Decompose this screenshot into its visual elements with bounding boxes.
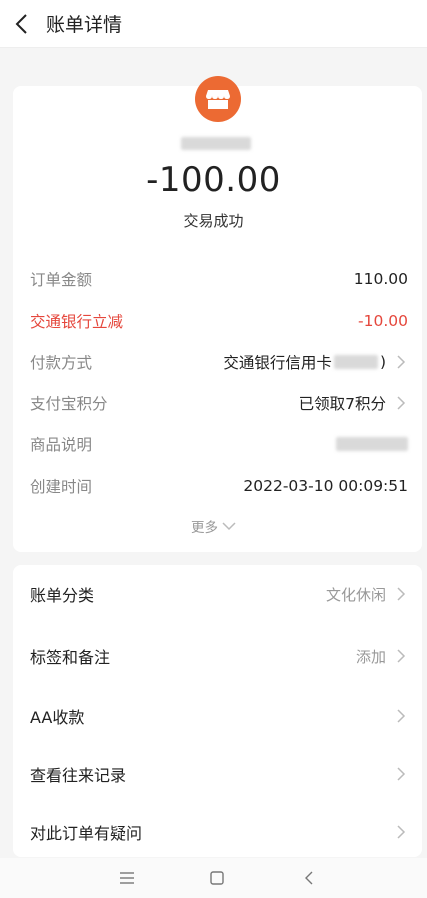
system-navigation-bar	[0, 858, 427, 898]
created-time-row: 创建时间 2022-03-10 00:09:51	[30, 474, 408, 498]
order-amount-row: 订单金额 110.00	[30, 267, 408, 291]
discount-row: 交通银行立减 -10.00	[30, 309, 408, 333]
aa-collect-label: AA收款	[30, 708, 85, 727]
product-description-row: 商品说明	[30, 432, 408, 456]
home-square-icon	[210, 871, 224, 885]
card-number-redacted	[333, 355, 378, 369]
back-button[interactable]	[0, 0, 44, 48]
bill-category-label: 账单分类	[30, 586, 95, 605]
points-row[interactable]: 支付宝积分 已领取7积分	[30, 391, 408, 415]
aa-collect-row[interactable]: AA收款	[30, 704, 408, 728]
product-description-redacted	[336, 437, 408, 451]
home-button[interactable]	[206, 868, 228, 888]
chevron-right-icon	[397, 649, 406, 663]
back-arrow-icon	[15, 13, 27, 34]
chevron-right-icon	[397, 709, 406, 723]
more-label: 更多	[191, 520, 218, 536]
tags-notes-label: 标签和备注	[30, 648, 111, 667]
menu-button[interactable]	[116, 868, 138, 888]
created-time-label: 创建时间	[30, 478, 93, 496]
transaction-history-label: 查看往来记录	[30, 766, 127, 785]
order-question-row[interactable]: 对此订单有疑问	[30, 820, 408, 844]
payment-method-suffix: )	[379, 353, 386, 371]
bill-category-row[interactable]: 账单分类 文化休闲	[30, 582, 408, 606]
payment-method-value: 交通银行信用卡	[223, 354, 332, 372]
created-time-value: 2022-03-10 00:09:51	[243, 477, 408, 495]
order-amount-label: 订单金额	[30, 271, 93, 289]
points-label: 支付宝积分	[30, 395, 108, 413]
more-toggle[interactable]: 更多	[0, 516, 427, 536]
chevron-right-icon	[397, 396, 406, 410]
back-triangle-icon	[305, 871, 313, 885]
menu-icon	[120, 872, 134, 884]
chevron-right-icon	[397, 767, 406, 781]
order-question-label: 对此订单有疑问	[30, 824, 143, 843]
bill-amount: -100.00	[146, 160, 281, 200]
points-value: 已领取7积分	[298, 395, 386, 413]
merchant-name-redacted	[181, 137, 251, 150]
chevron-down-icon	[222, 522, 236, 531]
order-amount-value: 110.00	[353, 270, 408, 288]
transaction-status: 交易成功	[183, 212, 244, 230]
chevron-right-icon	[397, 825, 406, 839]
chevron-right-icon	[397, 355, 406, 369]
tags-notes-value: 添加	[355, 647, 386, 666]
page-title: 账单详情	[46, 14, 123, 36]
payment-method-label: 付款方式	[30, 354, 93, 372]
discount-label: 交通银行立减	[30, 313, 124, 331]
tags-notes-row[interactable]: 标签和备注 添加	[30, 644, 408, 668]
bill-category-value: 文化休闲	[325, 585, 386, 604]
merchant-store-icon	[195, 76, 241, 122]
chevron-right-icon	[397, 587, 406, 601]
discount-value: -10.00	[358, 312, 408, 330]
system-back-button[interactable]	[298, 868, 320, 888]
transaction-history-row[interactable]: 查看往来记录	[30, 762, 408, 786]
product-description-label: 商品说明	[30, 436, 93, 454]
header: 账单详情	[0, 0, 427, 48]
payment-method-row[interactable]: 付款方式 交通银行信用卡 )	[30, 350, 408, 374]
